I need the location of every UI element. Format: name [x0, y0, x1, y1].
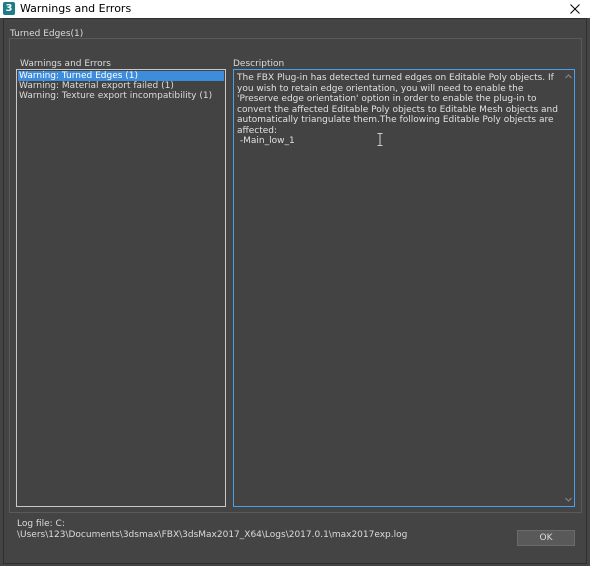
close-icon — [570, 4, 580, 14]
warning-list-item[interactable]: Warning: Turned Edges (1) — [18, 71, 224, 81]
warning-list-item[interactable]: Warning: Material export failed (1) — [18, 81, 224, 91]
description-text: The FBX Plug-in has detected turned edge… — [237, 73, 558, 146]
text-cursor-icon — [377, 133, 383, 146]
description-scrollbar[interactable] — [563, 70, 574, 506]
log-file-path: \Users\123\Documents\3dsmax\FBX\3dsMax20… — [17, 530, 408, 540]
ok-button[interactable]: OK — [517, 530, 575, 546]
3dsmax-app-icon: 3 — [3, 2, 15, 15]
scroll-down-arrow-icon[interactable] — [564, 495, 573, 504]
close-button[interactable] — [560, 0, 590, 18]
scroll-up-arrow-icon[interactable] — [564, 72, 573, 81]
description-textarea[interactable]: The FBX Plug-in has detected turned edge… — [233, 69, 575, 507]
window-title: Warnings and Errors — [20, 2, 132, 15]
title-bar: 3 Warnings and Errors — [0, 0, 590, 18]
warnings-list[interactable]: Warning: Turned Edges (1) Warning: Materi… — [16, 69, 226, 507]
warning-list-item[interactable]: Warning: Texture export incompatibility … — [18, 91, 224, 101]
log-file-label: Log file: C: — [17, 519, 65, 529]
